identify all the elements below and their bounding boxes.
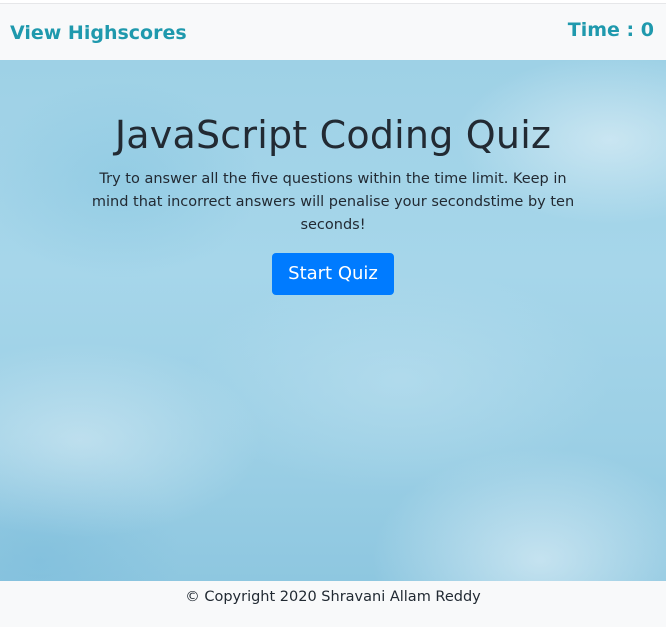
quiz-hero-section: JavaScript Coding Quiz Try to answer all…: [0, 60, 666, 581]
intro-content: JavaScript Coding Quiz Try to answer all…: [0, 110, 666, 295]
timer-label: Time :: [567, 19, 635, 41]
view-highscores-link[interactable]: View Highscores: [10, 22, 187, 44]
top-navbar: View Highscores Time : 0: [0, 3, 666, 60]
quiz-instructions: Try to answer all the five questions wit…: [91, 171, 575, 233]
timer: Time : 0: [568, 19, 654, 41]
copyright-text: © Copyright 2020 Shravani Allam Reddy: [185, 589, 481, 605]
footer: © Copyright 2020 Shravani Allam Reddy: [0, 581, 666, 627]
start-quiz-button[interactable]: Start Quiz: [272, 253, 394, 295]
page-title: JavaScript Coding Quiz: [114, 113, 552, 157]
timer-value: 0: [640, 19, 654, 41]
